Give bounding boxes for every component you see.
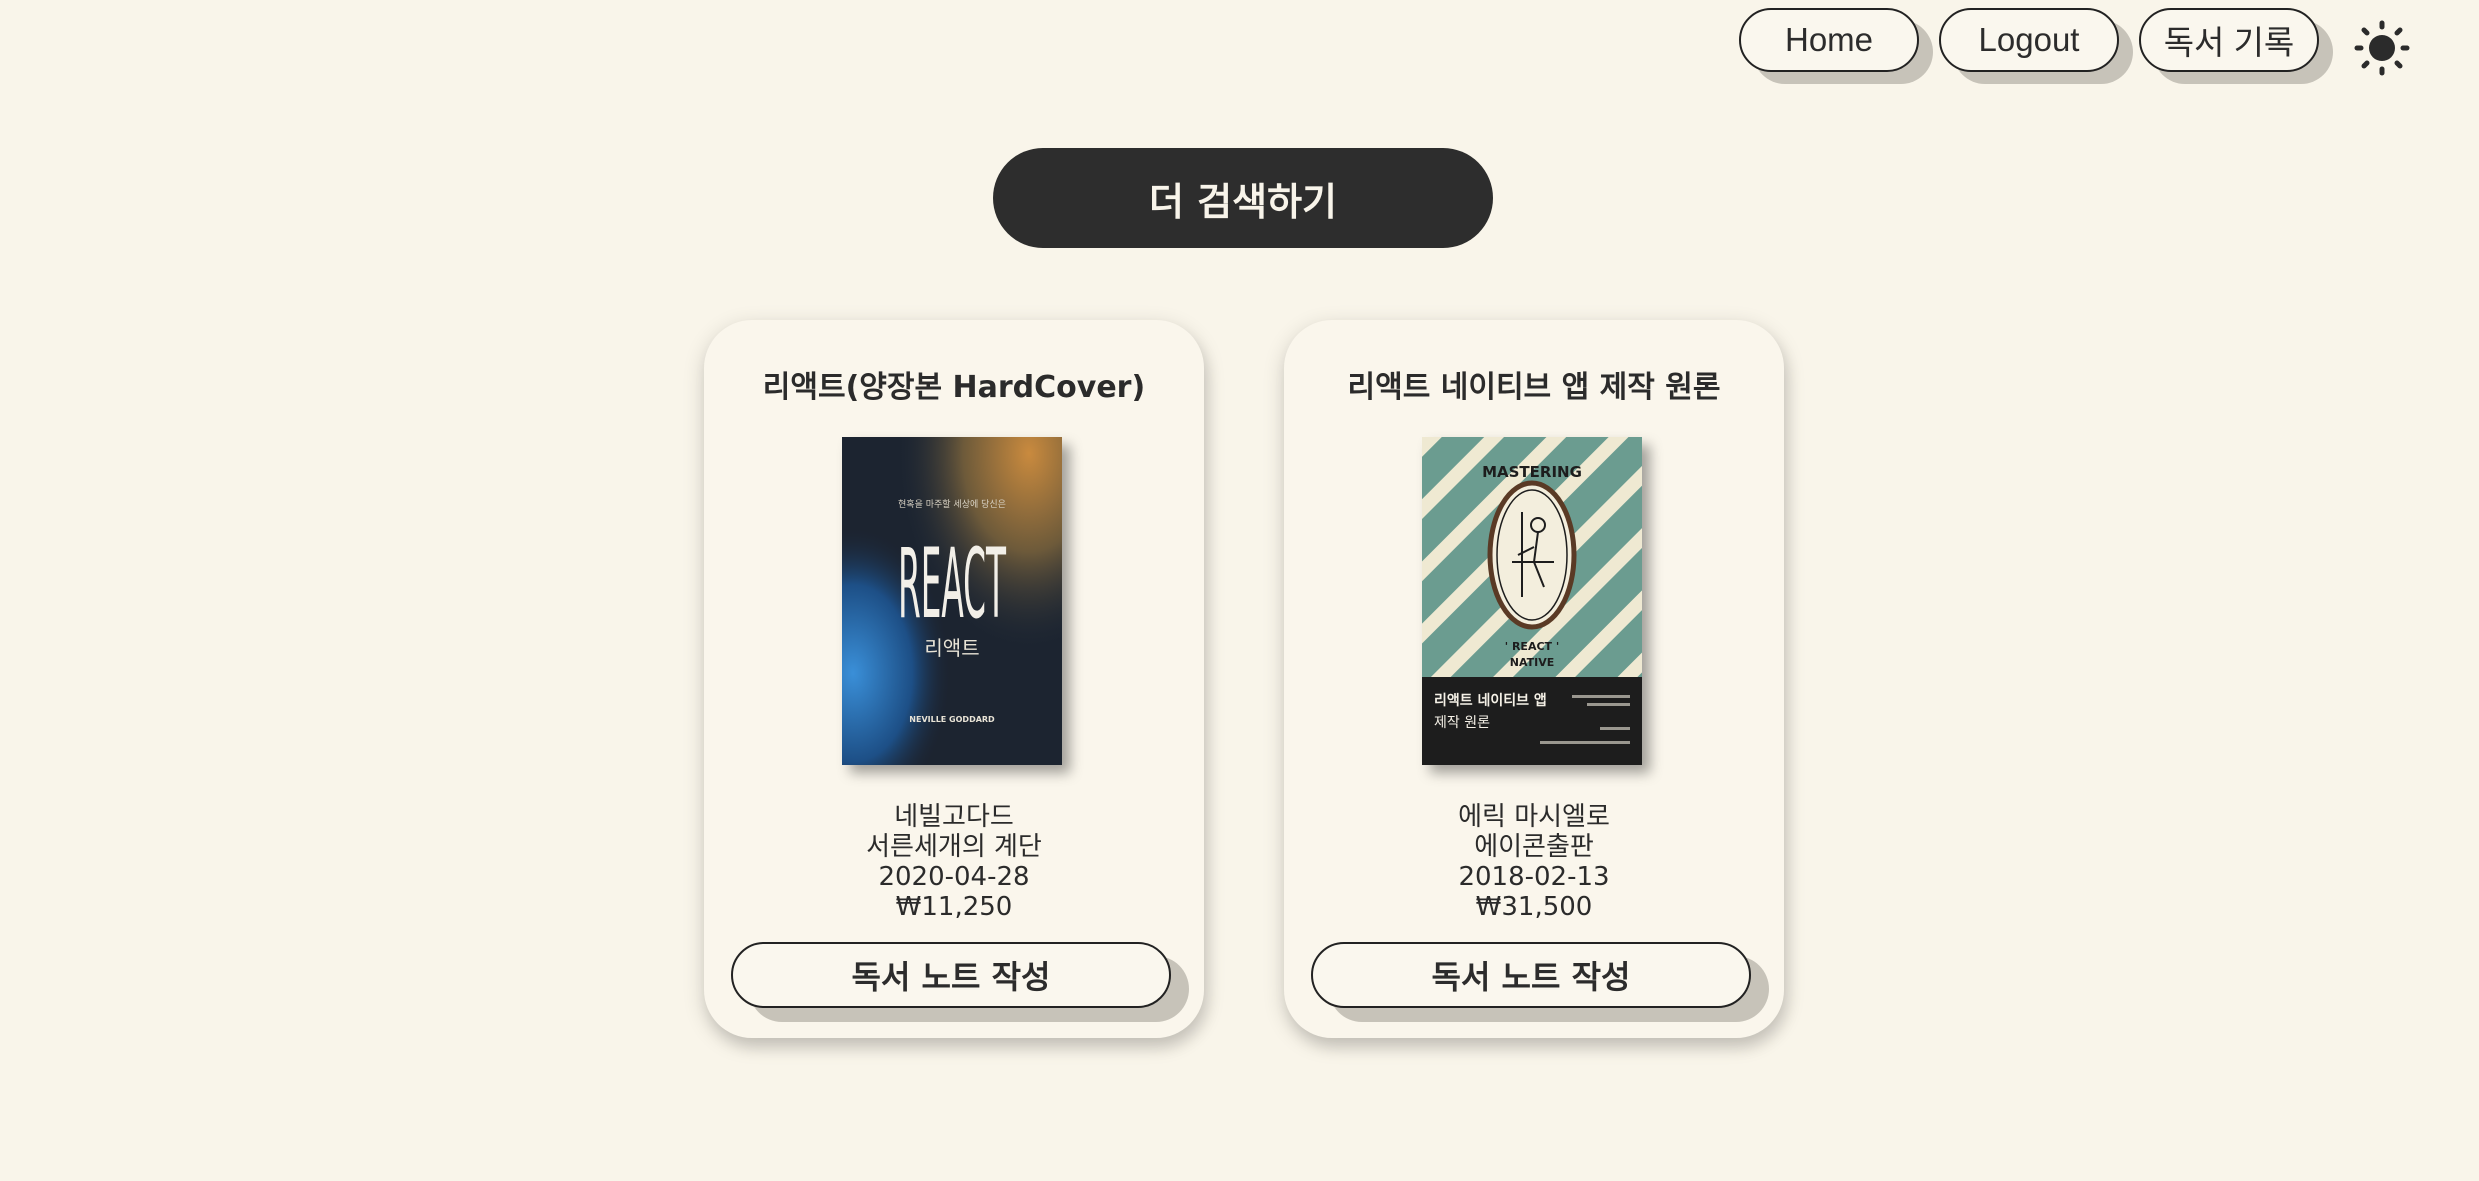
book-publisher: 서른세개의 계단 bbox=[866, 832, 1042, 862]
book-info: 에릭 마시엘로 에이콘출판 2018-02-13 ₩31,500 bbox=[1284, 802, 1784, 922]
book-info: 네빌고다드 서른세개의 계단 2020-04-28 ₩11,250 bbox=[704, 802, 1204, 922]
reading-records-button[interactable]: 독서 기록 bbox=[2139, 8, 2319, 72]
cover-korean-title-1: 리액트 네이티브 앱 bbox=[1434, 692, 1547, 709]
book-date: 2018-02-13 bbox=[1458, 862, 1610, 892]
cover-korean-title: 리액트 bbox=[924, 636, 979, 660]
cover-title: REACT bbox=[898, 528, 1006, 640]
top-nav: Home Logout 독서 기록 bbox=[0, 8, 2479, 88]
write-reading-note-button[interactable]: 독서 노트 작성 bbox=[1311, 942, 1751, 1008]
cover-author: NEVILLE GODDARD bbox=[909, 715, 995, 724]
cover-mid-text-2: NATIVE bbox=[1510, 656, 1555, 669]
cover-korean-title-2: 제작 원론 bbox=[1434, 715, 1490, 731]
search-more-button[interactable]: 더 검색하기 bbox=[993, 148, 1493, 248]
home-button[interactable]: Home bbox=[1739, 8, 1919, 72]
book-price: ₩31,500 bbox=[1475, 892, 1593, 922]
book-author: 네빌고다드 bbox=[894, 802, 1014, 832]
book-author: 에릭 마시엘로 bbox=[1458, 802, 1610, 832]
write-reading-note-button[interactable]: 독서 노트 작성 bbox=[731, 942, 1171, 1008]
book-card: 리액트 네이티브 앱 제작 원론 MASTERING ' REACT ' NAT… bbox=[1284, 320, 1784, 1038]
book-date: 2020-04-28 bbox=[878, 862, 1030, 892]
cover-subtitle: 현혹을 마주할 세상에 당신은 bbox=[898, 498, 1006, 510]
book-card: 리액트(양장본 HardCover) 현혹을 마주할 세상에 당신은 REACT bbox=[704, 320, 1204, 1038]
book-publisher: 에이콘출판 bbox=[1474, 832, 1594, 862]
cover-mid-text: ' REACT ' bbox=[1505, 640, 1559, 653]
sun-icon[interactable] bbox=[2354, 20, 2410, 76]
book-price: ₩11,250 bbox=[895, 892, 1013, 922]
book-title: 리액트(양장본 HardCover) bbox=[762, 370, 1146, 405]
book-cover-image: 현혹을 마주할 세상에 당신은 REACT 리액트 NEVILLE GODDAR… bbox=[842, 437, 1062, 765]
book-cover-image: MASTERING ' REACT ' NATIVE 리액트 네이티브 앱 제작… bbox=[1422, 437, 1642, 765]
logout-button[interactable]: Logout bbox=[1939, 8, 2119, 72]
cover-top-text: MASTERING bbox=[1482, 463, 1582, 481]
book-title: 리액트 네이티브 앱 제작 원론 bbox=[1347, 370, 1721, 405]
